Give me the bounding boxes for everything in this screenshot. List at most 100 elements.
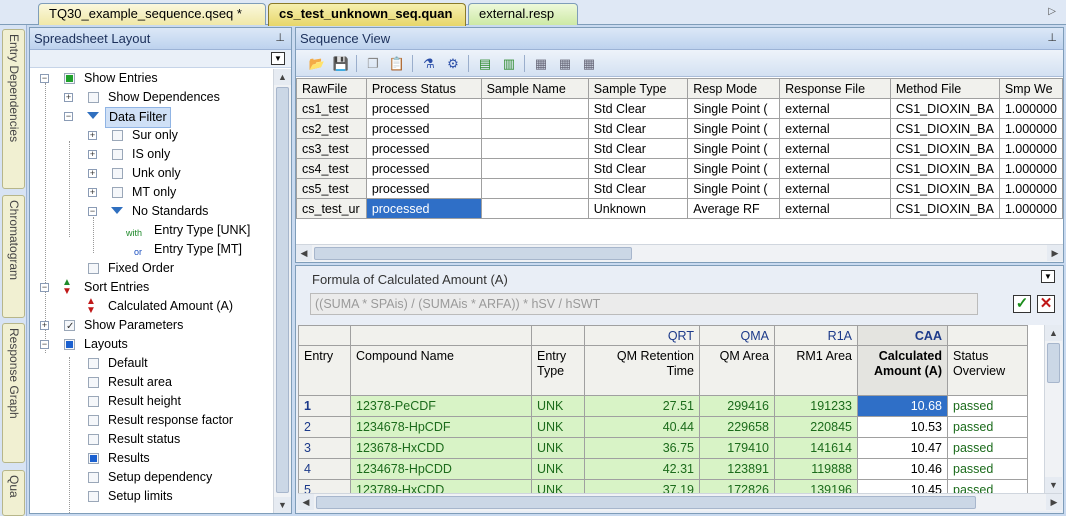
- layout-menu-dropdown[interactable]: ▼: [271, 52, 285, 65]
- copy-icon[interactable]: ❐: [364, 55, 382, 72]
- expand-icon[interactable]: +: [88, 150, 97, 159]
- scroll-thumb[interactable]: [1047, 343, 1060, 383]
- fixed-order-checkbox[interactable]: [88, 263, 99, 274]
- results-cell[interactable]: 139196: [774, 479, 858, 493]
- tree-sur-only[interactable]: + Sur only: [30, 126, 270, 145]
- col-rawfile[interactable]: RawFile: [296, 78, 367, 99]
- sequence-cell[interactable]: external: [779, 138, 891, 159]
- show-entries-checkbox[interactable]: [64, 73, 75, 84]
- formula-field[interactable]: ((SUMA * SPAis) / (SUMAis * ARFA)) * hSV…: [310, 293, 978, 315]
- sequence-cell[interactable]: external: [779, 198, 891, 219]
- col-sample-name[interactable]: Sample Name: [480, 78, 589, 99]
- rawfile-cell[interactable]: cs_test_ur: [296, 198, 367, 219]
- sequence-row[interactable]: cs2_test processed Std Clear Single Point (…: [296, 118, 1064, 139]
- layout-item-setup-dependency[interactable]: Setup dependency: [30, 468, 270, 487]
- scroll-thumb[interactable]: [276, 87, 289, 493]
- results-cell[interactable]: 141614: [774, 437, 858, 459]
- result-height-checkbox[interactable]: [88, 396, 99, 407]
- layout-item-results[interactable]: Results: [30, 449, 270, 468]
- results-cell[interactable]: 191233: [774, 395, 858, 417]
- tree-calculated-amount[interactable]: ▲ ▼ Calculated Amount (A): [30, 297, 270, 316]
- side-tab-qua[interactable]: Qua: [2, 470, 25, 516]
- mt-only-checkbox[interactable]: [112, 187, 123, 198]
- sequence-cell[interactable]: Single Point (: [687, 138, 781, 159]
- results-cell[interactable]: 123678-HxCDD: [350, 437, 532, 459]
- result-area-checkbox[interactable]: [88, 377, 99, 388]
- sequence-cell[interactable]: [480, 118, 589, 139]
- results-row[interactable]: 4 1234678-HpCDD UNK 42.31 123891 119888 10.46 p…: [298, 458, 1028, 480]
- col-entry-type[interactable]: Entry Type: [531, 345, 585, 396]
- sequence-cell[interactable]: processed: [365, 158, 482, 179]
- results-cell[interactable]: 40.44: [584, 416, 700, 438]
- tree-show-dependences[interactable]: + Show Dependences: [30, 88, 270, 107]
- insert-row-icon[interactable]: ▦: [532, 55, 550, 72]
- sequence-cell[interactable]: Std Clear: [587, 178, 689, 199]
- sequence-cell[interactable]: 1.000000: [998, 98, 1064, 119]
- results-cell[interactable]: 36.75: [584, 437, 700, 459]
- collapse-icon[interactable]: −: [40, 74, 49, 83]
- scroll-down-icon[interactable]: ▼: [1045, 477, 1062, 493]
- results-cell[interactable]: UNK: [531, 458, 585, 480]
- col-sample-type[interactable]: Sample Type: [587, 78, 689, 99]
- results-vertical-scrollbar[interactable]: ▲ ▼: [1044, 325, 1062, 493]
- results-cell[interactable]: 1234678-HpCDF: [350, 416, 532, 438]
- scroll-up-icon[interactable]: ▲: [274, 69, 291, 85]
- results-cell[interactable]: 10.46: [857, 458, 948, 480]
- sequence-cell[interactable]: [480, 98, 589, 119]
- results-cell[interactable]: passed: [947, 395, 1028, 417]
- layouts-checkbox[interactable]: [64, 339, 75, 350]
- sequence-row[interactable]: cs_test_ur processed Unknown Average RF exte…: [296, 198, 1064, 219]
- sequence-cell[interactable]: Single Point (: [687, 158, 781, 179]
- setup-limits-checkbox[interactable]: [88, 491, 99, 502]
- sequence-cell[interactable]: processed: [365, 198, 482, 219]
- col-resp-mode[interactable]: Resp Mode: [687, 78, 781, 99]
- collapse-icon[interactable]: −: [64, 112, 73, 121]
- tree-sort-entries[interactable]: − ▲ ▼ Sort Entries: [30, 278, 270, 297]
- sequence-cell[interactable]: [480, 138, 589, 159]
- process-icon[interactable]: ⚗: [420, 55, 438, 72]
- scroll-up-icon[interactable]: ▲: [1045, 325, 1062, 341]
- tree-data-filter[interactable]: − Data Filter: [30, 107, 270, 128]
- col-method-file[interactable]: Method File: [889, 78, 1000, 99]
- rawfile-cell[interactable]: cs5_test: [296, 178, 367, 199]
- pin-icon[interactable]: ⊥: [275, 28, 285, 49]
- results-cell[interactable]: 3: [298, 437, 351, 459]
- results-cell[interactable]: 10.47: [857, 437, 948, 459]
- collapse-icon[interactable]: −: [40, 283, 49, 292]
- results-row[interactable]: 5 123789-HxCDD UNK 37.19 172826 139196 10.45 pa…: [298, 479, 1028, 493]
- tree-entry-type-mt[interactable]: or Entry Type [MT]: [30, 240, 270, 259]
- sequence-cell[interactable]: CS1_DIOXIN_BA: [889, 118, 1000, 139]
- results-cell[interactable]: 10.45: [857, 479, 948, 493]
- col-qm-retention-time[interactable]: QM Retention Time: [584, 345, 700, 396]
- layout-item-result-status[interactable]: Result status: [30, 430, 270, 449]
- col-status-overview[interactable]: Status Overview: [947, 345, 1028, 396]
- layout-item-result-area[interactable]: Result area: [30, 373, 270, 392]
- is-only-checkbox[interactable]: [112, 149, 123, 160]
- results-cell[interactable]: 119888: [774, 458, 858, 480]
- results-cell[interactable]: 4: [298, 458, 351, 480]
- sequence-horizontal-scrollbar[interactable]: ◀ ▶: [296, 244, 1063, 262]
- sequence-cell[interactable]: Average RF: [687, 198, 781, 219]
- results-cell[interactable]: 229658: [699, 416, 775, 438]
- cancel-formula-button[interactable]: ✕: [1037, 295, 1055, 313]
- col-calculated-amount[interactable]: Calculated Amount (A): [857, 345, 948, 396]
- tree-is-only[interactable]: + IS only: [30, 145, 270, 164]
- result-response-factor-checkbox[interactable]: [88, 415, 99, 426]
- sequence-cell[interactable]: Std Clear: [587, 158, 689, 179]
- delete-row-icon[interactable]: ▦: [580, 55, 598, 72]
- results-cell[interactable]: UNK: [531, 437, 585, 459]
- sequence-cell[interactable]: processed: [365, 98, 482, 119]
- results-row[interactable]: 3 123678-HxCDD UNK 36.75 179410 141614 10.47 pa…: [298, 437, 1028, 459]
- results-cell[interactable]: 42.31: [584, 458, 700, 480]
- results-cell[interactable]: 5: [298, 479, 351, 493]
- show-dependences-checkbox[interactable]: [88, 92, 99, 103]
- sequence-cell[interactable]: external: [779, 158, 891, 179]
- results-cell[interactable]: 10.53: [857, 416, 948, 438]
- sequence-row[interactable]: cs4_test processed Std Clear Single Point (…: [296, 158, 1064, 179]
- results-cell[interactable]: passed: [947, 458, 1028, 480]
- sequence-cell[interactable]: Std Clear: [587, 138, 689, 159]
- scroll-thumb[interactable]: [316, 496, 976, 509]
- tree-no-standards[interactable]: − No Standards: [30, 202, 270, 221]
- sequence-row[interactable]: cs3_test processed Std Clear Single Point (…: [296, 138, 1064, 159]
- rawfile-cell[interactable]: cs3_test: [296, 138, 367, 159]
